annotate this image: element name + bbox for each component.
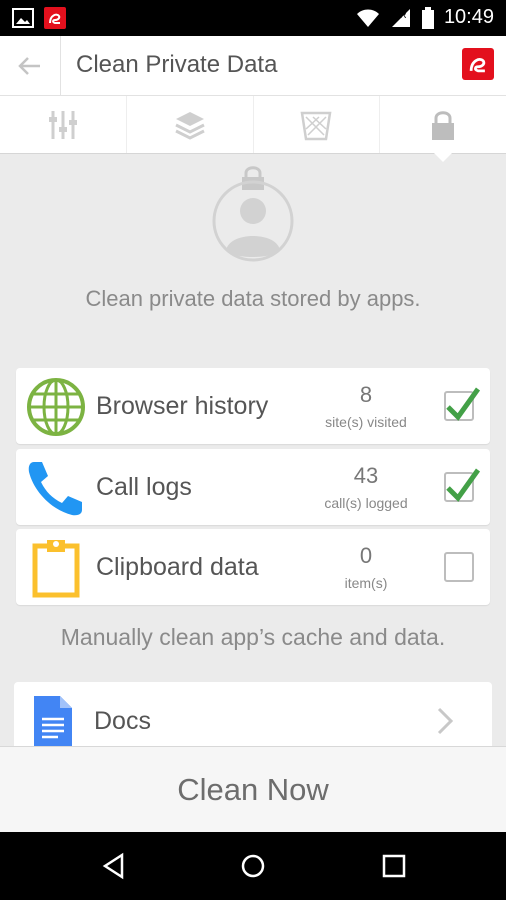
browser-history-checkbox[interactable] xyxy=(444,387,481,421)
tab-privacy[interactable] xyxy=(380,96,506,162)
item-count: 8 xyxy=(359,382,373,407)
checkmark-icon xyxy=(446,468,481,502)
svg-text:R: R xyxy=(400,10,407,20)
image-notification-icon xyxy=(12,8,34,28)
tab-junk[interactable] xyxy=(254,96,381,153)
tab-optimizer[interactable] xyxy=(0,96,127,153)
tab-apps[interactable] xyxy=(127,96,254,153)
lock-icon xyxy=(432,110,455,140)
trash-icon xyxy=(300,111,332,140)
item-unit: site(s) visited xyxy=(325,414,407,430)
signal-icon: R xyxy=(391,8,410,27)
layers-icon xyxy=(174,111,205,140)
globe-icon xyxy=(26,377,86,437)
chevron-right-icon xyxy=(437,707,454,735)
nav-back-icon[interactable] xyxy=(100,852,128,880)
call-logs-checkbox[interactable] xyxy=(444,468,481,502)
clean-now-bar: Clean Now xyxy=(0,746,506,832)
nav-home-icon[interactable] xyxy=(239,852,267,880)
manual-clean-hint: Manually clean app’s cache and data. xyxy=(60,624,446,650)
clipboard-data-checkbox[interactable] xyxy=(444,552,474,582)
selected-tab-indicator xyxy=(434,153,453,162)
item-label: Browser history xyxy=(96,392,269,420)
tab-bar xyxy=(0,96,506,162)
item-count: 43 xyxy=(353,463,379,488)
checkmark-icon xyxy=(446,387,481,421)
app-label: Docs xyxy=(94,707,151,735)
hero-description: Clean private data stored by apps. xyxy=(85,286,421,311)
privacy-hero xyxy=(0,165,506,268)
page-title: Clean Private Data xyxy=(76,51,278,78)
item-unit: call(s) logged xyxy=(324,495,408,511)
status-bar: R 10:49 xyxy=(0,0,506,36)
clipboard-icon xyxy=(26,538,86,598)
docs-icon xyxy=(34,696,72,746)
sliders-icon xyxy=(48,110,77,139)
battery-icon xyxy=(421,6,434,29)
item-unit: item(s) xyxy=(344,575,388,591)
item-count: 0 xyxy=(359,543,373,568)
system-nav-bar xyxy=(0,832,506,900)
avira-logo-icon[interactable] xyxy=(462,48,494,80)
item-label: Call logs xyxy=(96,473,192,501)
back-arrow-icon[interactable] xyxy=(16,52,44,80)
clock: 10:49 xyxy=(443,6,494,28)
app-bar: Clean Private Data xyxy=(0,36,506,96)
nav-recents-icon[interactable] xyxy=(380,852,408,880)
app-bar-divider xyxy=(60,36,61,96)
user-lock-icon xyxy=(212,166,294,262)
avira-notification-icon xyxy=(44,7,66,29)
clipboard-data-item[interactable]: Clipboard data 0 item(s) xyxy=(16,529,490,605)
phone-icon xyxy=(26,458,86,518)
clean-now-button[interactable]: Clean Now xyxy=(177,772,329,808)
browser-history-item[interactable]: Browser history 8 site(s) visited xyxy=(16,368,490,444)
item-label: Clipboard data xyxy=(96,553,259,581)
wifi-icon xyxy=(356,9,379,27)
call-logs-item[interactable]: Call logs 43 call(s) logged xyxy=(16,449,490,525)
